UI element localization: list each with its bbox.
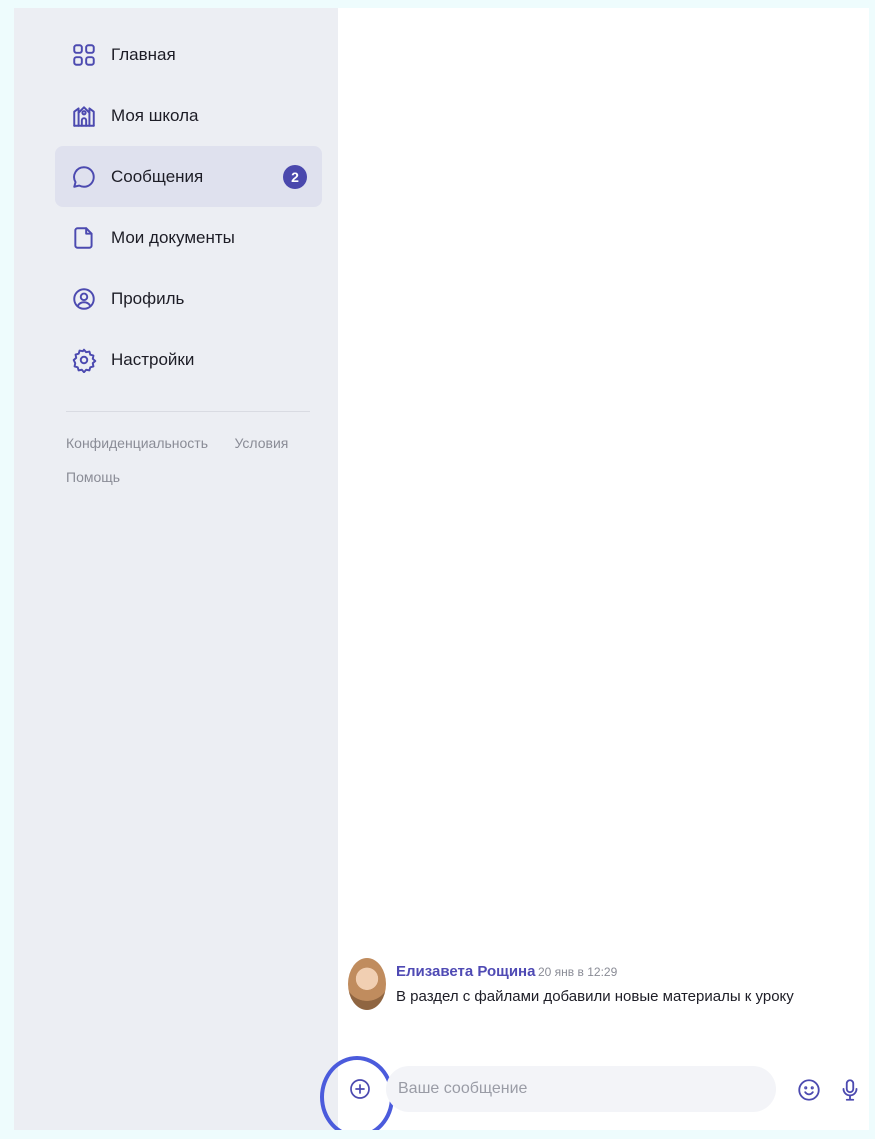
help-link[interactable]: Помощь (66, 469, 120, 485)
privacy-link[interactable]: Конфиденциальность (66, 435, 208, 451)
sidebar-item-my-school[interactable]: Моя школа (55, 85, 322, 146)
app-window: Главная Моя школа Сообщения 2 Мои докуме… (14, 8, 869, 1130)
sidebar-item-label: Главная (111, 44, 176, 64)
profile-icon (71, 286, 97, 312)
microphone-icon (842, 1079, 858, 1101)
message-composer (320, 1056, 869, 1130)
sidebar-item-label: Настройки (111, 349, 195, 369)
school-icon (71, 103, 97, 129)
footer-links: Конфиденциальность Условия Помощь (66, 435, 326, 503)
unread-badge: 2 (283, 164, 307, 189)
emoji-button[interactable] (795, 1076, 823, 1104)
chat-bubble-icon (71, 164, 97, 190)
sidebar-divider (66, 411, 310, 412)
sidebar: Главная Моя школа Сообщения 2 Мои докуме… (14, 8, 338, 1130)
sidebar-item-my-documents[interactable]: Мои документы (55, 207, 322, 268)
document-icon (71, 225, 97, 251)
sidebar-item-label: Профиль (111, 288, 185, 308)
avatar[interactable] (348, 958, 386, 1010)
message-timestamp: 20 янв в 12:29 (538, 965, 618, 979)
sidebar-item-label: Мои документы (111, 227, 235, 247)
microphone-button[interactable] (836, 1076, 864, 1104)
attach-button[interactable] (346, 1075, 374, 1103)
gear-icon (71, 347, 97, 373)
message-sender[interactable]: Елизавета Рощина (396, 963, 535, 980)
sidebar-item-home[interactable]: Главная (55, 24, 322, 85)
sidebar-item-messages[interactable]: Сообщения 2 (55, 146, 322, 207)
grid-icon (71, 42, 97, 68)
plus-circle-icon (350, 1079, 370, 1099)
message-input[interactable] (386, 1066, 776, 1112)
message-input-wrapper (386, 1066, 776, 1112)
sidebar-item-label: Сообщения (111, 166, 204, 186)
message-text: В раздел с файлами добавили новые матери… (396, 988, 794, 1005)
sidebar-item-profile[interactable]: Профиль (55, 268, 322, 329)
sidebar-nav: Главная Моя школа Сообщения 2 Мои докуме… (55, 24, 322, 390)
terms-link[interactable]: Условия (234, 435, 288, 451)
chat-pane: Елизавета Рощина 20 янв в 12:29 В раздел… (320, 8, 869, 1130)
sidebar-item-label: Моя школа (111, 105, 199, 125)
smiley-icon (798, 1079, 820, 1101)
sidebar-item-settings[interactable]: Настройки (55, 329, 322, 390)
